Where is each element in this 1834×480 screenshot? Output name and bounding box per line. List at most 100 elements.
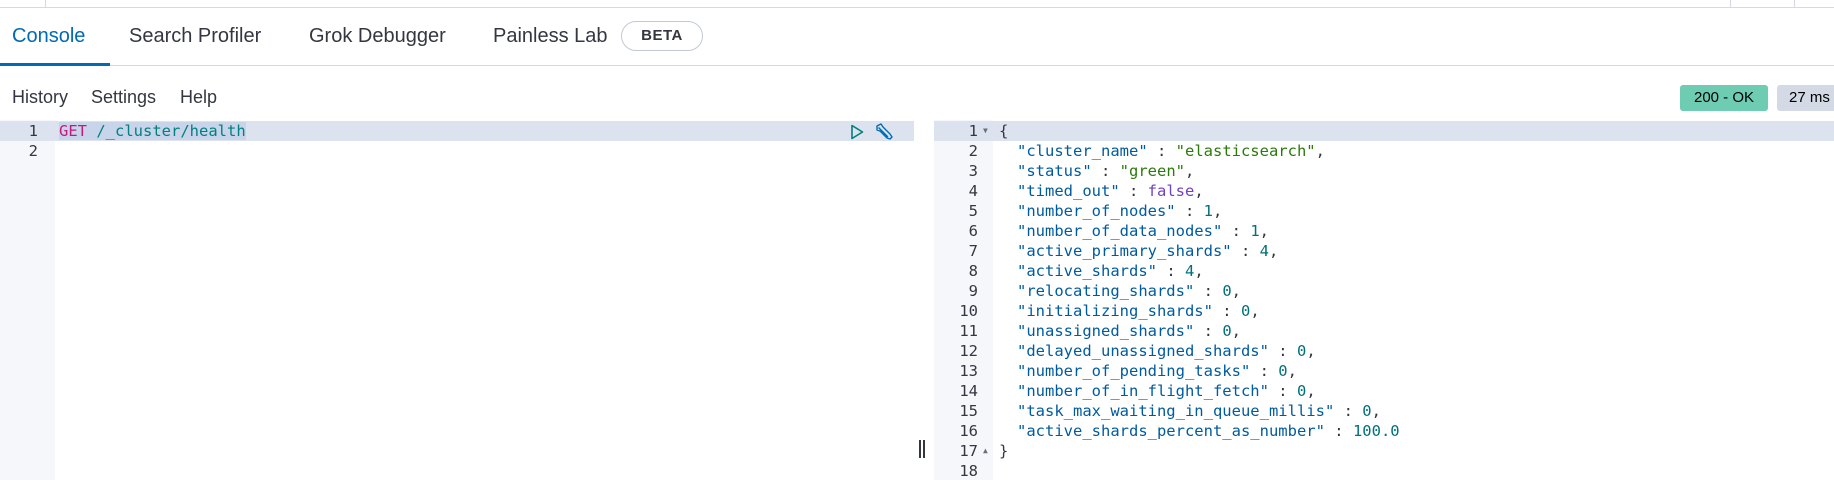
json-value: 0 [1240, 302, 1251, 320]
json-separator: : [1268, 382, 1297, 400]
tab-painless-lab[interactable]: Painless Lab [493, 9, 608, 66]
json-key: "number_of_pending_tasks" [1017, 362, 1251, 380]
json-value: 0 [1222, 322, 1232, 340]
json-value: false [1147, 182, 1195, 200]
json-field-line: "status" : "green", [1017, 161, 1194, 181]
json-field-line: "number_of_in_flight_fetch" : 0, [1017, 381, 1316, 401]
json-field-line: "number_of_nodes" : 1, [1017, 201, 1222, 221]
json-value: 100.0 [1352, 422, 1400, 440]
request-path: /_cluster/health [96, 122, 246, 140]
request-gutter [0, 120, 55, 480]
json-separator: : [1212, 302, 1241, 320]
help-link[interactable]: Help [180, 87, 217, 108]
response-status-badge: 200 - OK [1680, 85, 1768, 111]
json-value: 0 [1296, 382, 1307, 400]
line-number: 4 [968, 182, 978, 200]
active-tab-indicator [0, 63, 110, 66]
json-field-line: "delayed_unassigned_shards" : 0, [1017, 341, 1316, 361]
json-field-line: "timed_out" : false, [1017, 181, 1204, 201]
json-comma: , [1212, 202, 1223, 220]
json-field-line: "relocating_shards" : 0, [1017, 281, 1241, 301]
line-number: 9 [968, 282, 978, 300]
line-number: 3 [968, 162, 978, 180]
json-key: "number_of_nodes" [1017, 202, 1176, 220]
request-method: GET [59, 122, 87, 140]
json-comma: , [1184, 162, 1195, 180]
request-editor[interactable]: 1 2 GET /_cluster/health [0, 120, 914, 480]
fold-toggle-icon[interactable]: ▼ [983, 126, 988, 135]
json-comma: , [1306, 342, 1316, 360]
json-field-line: "active_primary_shards" : 4, [1017, 241, 1278, 261]
line-number: 7 [968, 242, 978, 260]
line-number: 10 [959, 302, 978, 320]
json-separator: : [1250, 362, 1279, 380]
json-separator: : [1194, 322, 1223, 340]
line-number: 13 [959, 362, 978, 380]
json-key: "active_shards" [1017, 262, 1157, 280]
json-comma: , [1231, 282, 1241, 300]
json-comma: , [1315, 142, 1325, 160]
json-key: "delayed_unassigned_shards" [1017, 342, 1269, 360]
line-number: 1 [968, 122, 978, 140]
line-number: 6 [968, 222, 978, 240]
json-separator: : [1222, 222, 1251, 240]
json-value: 0 [1362, 402, 1372, 420]
json-key: "task_max_waiting_in_queue_millis" [1017, 402, 1335, 420]
history-link[interactable]: History [12, 87, 68, 108]
json-key: "active_shards_percent_as_number" [1017, 422, 1325, 440]
json-comma: , [1250, 302, 1260, 320]
settings-link[interactable]: Settings [91, 87, 156, 108]
json-separator: : [1119, 182, 1148, 200]
response-viewer[interactable]: 1 2 3 4 5 6 7 8 9 10 11 12 13 14 15 16 17 18 ▼ ▲{"cluster_n… [934, 120, 1834, 480]
fold-toggle-icon[interactable]: ▲ [983, 446, 988, 455]
json-comma: , [1194, 262, 1204, 280]
json-close-brace: } [999, 442, 1009, 460]
line-number: 18 [959, 462, 978, 480]
top-chrome-bar [0, 0, 1834, 8]
line-number: 17 [959, 442, 978, 460]
response-time-badge: 27 ms [1777, 85, 1834, 111]
line-number: 15 [959, 402, 978, 420]
json-key: "number_of_in_flight_fetch" [1017, 382, 1269, 400]
json-separator: : [1156, 262, 1185, 280]
request-line[interactable]: GET /_cluster/health [59, 121, 246, 141]
json-value: 0 [1278, 362, 1288, 380]
json-key: "relocating_shards" [1017, 282, 1195, 300]
wrench-icon[interactable] [874, 123, 894, 145]
json-field-line: "number_of_data_nodes" : 1, [1017, 221, 1269, 241]
json-open-brace: { [999, 122, 1009, 140]
json-key: "active_primary_shards" [1017, 242, 1232, 260]
play-icon[interactable] [849, 124, 865, 144]
json-comma: , [1287, 362, 1297, 380]
line-number: 1 [28, 122, 38, 140]
line-number: 2 [28, 142, 38, 160]
json-comma: , [1371, 402, 1381, 420]
json-value: "green" [1119, 162, 1185, 180]
json-key: "status" [1017, 162, 1092, 180]
json-key: "initializing_shards" [1017, 302, 1213, 320]
json-field-line: "unassigned_shards" : 0, [1017, 321, 1241, 341]
resize-handle[interactable] [919, 440, 925, 458]
json-comma: , [1306, 382, 1316, 400]
json-comma: , [1259, 222, 1269, 240]
tab-console[interactable]: Console [12, 9, 85, 66]
line-number: 16 [959, 422, 978, 440]
chrome-divider [1730, 0, 1731, 7]
json-field-line: "task_max_waiting_in_queue_millis" : 0, [1017, 401, 1381, 421]
chrome-divider [45, 0, 46, 7]
json-value: 1 [1203, 202, 1213, 220]
json-field-line: "initializing_shards" : 0, [1017, 301, 1260, 321]
json-separator: : [1334, 402, 1363, 420]
tab-search-profiler[interactable]: Search Profiler [129, 9, 261, 66]
json-value: 0 [1222, 282, 1232, 300]
json-separator: : [1194, 282, 1223, 300]
json-separator: : [1268, 342, 1297, 360]
line-number: 8 [968, 262, 978, 280]
beta-badge: BETA [621, 21, 703, 51]
line-number: 11 [959, 322, 978, 340]
json-field-line: "cluster_name" : "elasticsearch", [1017, 141, 1325, 161]
tab-grok-debugger[interactable]: Grok Debugger [309, 9, 446, 66]
json-separator: : [1231, 242, 1260, 260]
json-value: "elasticsearch" [1175, 142, 1316, 160]
line-number: 2 [968, 142, 978, 160]
